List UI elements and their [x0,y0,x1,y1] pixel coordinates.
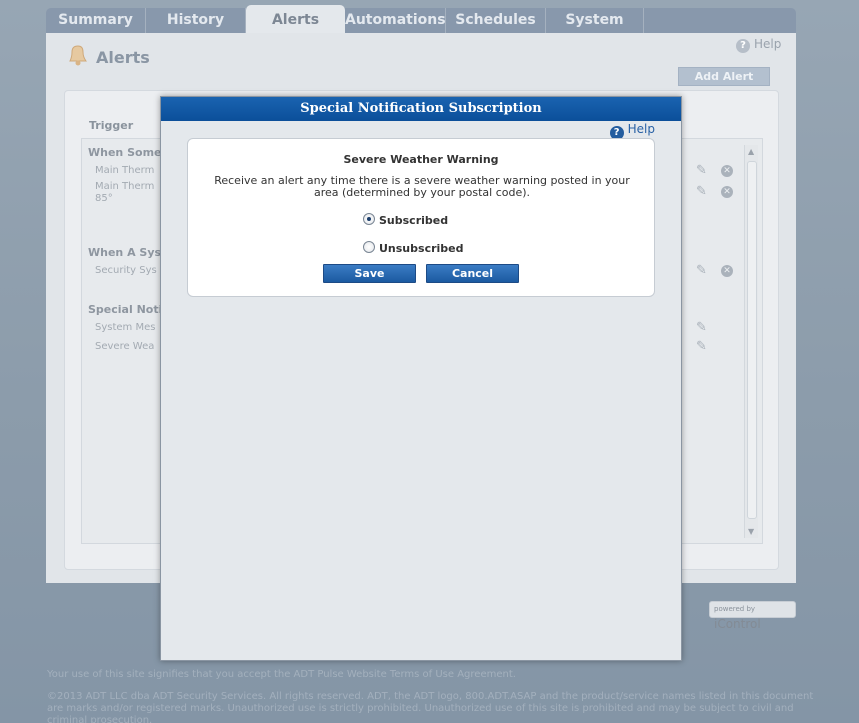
dialog-title: Special Notification Subscription [161,97,681,121]
group-header: When Somet [88,146,167,159]
group-header: When A Syst [88,246,167,259]
radio-label: Unsubscribed [379,242,464,255]
list-item: Security Sys [95,265,157,276]
save-button[interactable]: Save [323,264,416,283]
edit-pencil-icon[interactable]: ✎ [696,339,707,354]
bell-icon [69,45,87,66]
radio-button-subscribed[interactable] [363,213,375,225]
group-header: Special Notifi [88,303,171,316]
help-label: Help [627,122,655,136]
edit-pencil-icon[interactable]: ✎ [696,163,707,178]
copyright-notice: ©2013 ADT LLC dba ADT Security Services.… [47,691,814,723]
help-icon: ? [736,39,750,53]
tab-schedules[interactable]: Schedules [446,8,546,33]
list-item-detail: 85° [95,193,113,204]
radio-label: Subscribed [379,214,449,227]
list-scrollbar[interactable]: ▲ ▼ [744,145,758,538]
page-title: Alerts [96,48,150,67]
tab-alerts[interactable]: Alerts [246,5,345,33]
radio-button-unsubscribed[interactable] [363,241,375,253]
page-help-link[interactable]: ? Help [736,37,781,53]
card-description: Receive an alert any time there is a sev… [214,174,630,199]
list-item: Main Therm [95,165,155,176]
cancel-button[interactable]: Cancel [426,264,519,283]
powered-by-brand: iControl [714,617,761,631]
trigger-column-header: Trigger [89,119,134,132]
tab-system[interactable]: System [546,8,644,33]
list-item: Severe Wea [95,341,155,352]
delete-icon[interactable]: ✕ [721,165,733,177]
tab-history[interactable]: History [146,8,246,33]
edit-pencil-icon[interactable]: ✎ [696,184,707,199]
edit-pencil-icon[interactable]: ✎ [696,320,707,335]
card-title: Severe Weather Warning [343,153,499,166]
terms-notice: Your use of this site signifies that you… [47,669,516,680]
delete-icon[interactable]: ✕ [721,265,733,277]
add-alert-button[interactable]: Add Alert [678,67,770,86]
tab-automations[interactable]: Automations [345,8,446,33]
edit-pencil-icon[interactable]: ✎ [696,263,707,278]
scroll-down-icon[interactable]: ▼ [748,527,754,536]
powered-by-prefix: powered by [714,605,756,613]
radio-option-subscribed[interactable]: Subscribed [363,213,448,227]
scroll-up-icon[interactable]: ▲ [748,147,754,156]
subscription-dialog: Special Notification Subscription ? Help … [160,96,682,661]
scrollbar-thumb[interactable] [747,161,757,519]
delete-icon[interactable]: ✕ [721,186,733,198]
subscription-card: Severe Weather Warning Receive an alert … [187,138,655,297]
list-item: Main Therm [95,181,155,192]
tab-summary[interactable]: Summary [46,8,146,33]
main-tab-bar: Summary History Alerts Automations Sched… [46,5,796,33]
radio-option-unsubscribed[interactable]: Unsubscribed [363,241,464,255]
powered-by-logo: powered by iControl [709,601,796,631]
list-item: System Mes [95,322,156,333]
help-label: Help [754,37,782,51]
